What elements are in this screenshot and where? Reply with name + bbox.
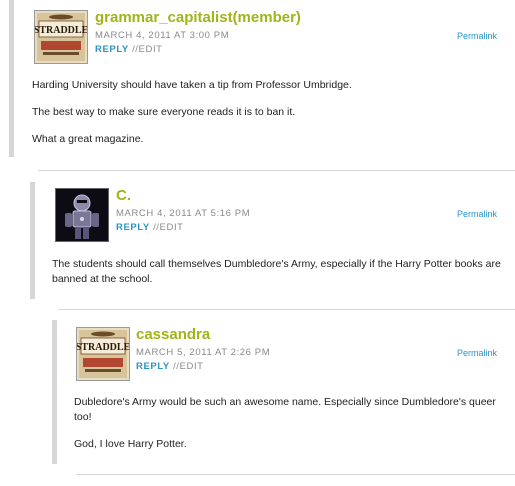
reply-link[interactable]: REPLY bbox=[136, 361, 170, 372]
straddle-logo-icon: STRADDLE bbox=[77, 328, 129, 380]
comment-paragraph: Dubledore's Army would be such an awesom… bbox=[74, 396, 496, 423]
edit-link[interactable]: EDIT bbox=[180, 361, 204, 372]
svg-text:STRADDLE: STRADDLE bbox=[77, 342, 129, 353]
comment: STRADDLE cassandra MARCH 5, 2011 AT 2:26… bbox=[0, 0, 515, 486]
comment-author[interactable]: cassandra bbox=[136, 326, 210, 343]
thread-divider bbox=[76, 474, 515, 475]
comment-paragraph: God, I love Harry Potter. bbox=[74, 438, 187, 450]
comment-timestamp[interactable]: MARCH 5, 2011 AT 2:26 PM bbox=[136, 347, 270, 358]
comment-thread-bar bbox=[52, 320, 57, 464]
comment-actions: REPLY //EDIT bbox=[136, 361, 204, 372]
avatar[interactable]: STRADDLE bbox=[76, 327, 130, 381]
comment-body: Dubledore's Army would be such an awesom… bbox=[74, 395, 504, 464]
permalink[interactable]: Permalink bbox=[457, 348, 497, 358]
